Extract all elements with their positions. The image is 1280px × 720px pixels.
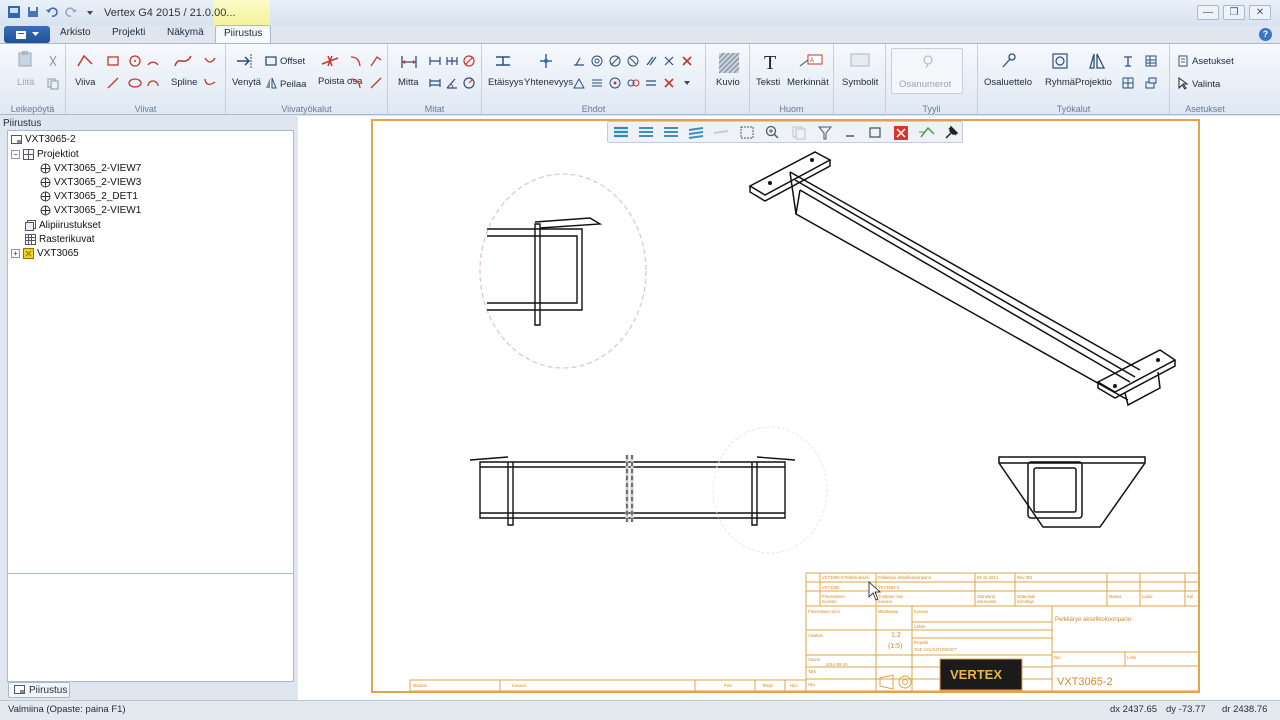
detail-view-bracket[interactable] [487,217,603,326]
svg-text:Laatu: Laatu [1142,594,1153,599]
drawing-content: VXT3065-2 Pelkkä akseli Pelkkärye akseli… [409,151,1200,692]
title-block[interactable] [409,572,1200,692]
svg-text:2014-09-10: 2014-09-10 [826,662,848,667]
svg-text:Projekti: Projekti [914,640,928,645]
svg-text:Tark.: Tark. [808,669,817,674]
svg-text:Pelkkärye akselikokoonpano: Pelkkärye akselikokoonpano [878,575,932,580]
svg-text:TUE HAJAUTUSKSET: TUE HAJAUTUSKSET [914,647,957,652]
copy-view-icon[interactable] [792,126,806,140]
svg-text:Kuvaus: Kuvaus [512,683,526,688]
status-hint: Valmiina (Opaste: paina F1) [8,704,126,715]
break-line [625,455,634,522]
filter-icon[interactable] [817,126,833,140]
drawing-description: Pelkkärye akselikokoonpano [1055,617,1132,623]
status-dy: dy -73.77 [1166,704,1206,715]
svg-text:Pvm: Pvm [724,683,733,688]
svg-text:tunniste: tunniste [822,599,837,604]
zoom-fit-icon[interactable] [740,126,754,139]
svg-text:Piirustuksen nimi: Piirustuksen nimi [808,609,840,614]
svg-text:Hyv.: Hyv. [790,683,798,688]
view-toolbar [607,121,963,143]
svg-text:Muutos: Muutos [413,683,427,688]
svg-text:Kuvaus: Kuvaus [878,599,892,604]
svg-text:VXT3065-2 Pelkkä akseli: VXT3065-2 Pelkkä akseli [822,575,869,580]
isometric-view-beam[interactable] [748,151,1177,407]
disabled-icon [713,130,729,134]
svg-text:Mittakaava: Mittakaava [878,609,899,614]
wireframe-icon[interactable] [664,127,678,137]
svg-text:Rev 001: Rev 001 [1017,575,1033,580]
scale-top: 1:2 [891,632,901,639]
svg-text:Kpl: Kpl [1187,594,1193,599]
shade-icon[interactable] [614,126,628,138]
svg-text:Lehti: Lehti [1127,655,1136,660]
detail-circle[interactable] [479,173,647,369]
zoom-in-icon[interactable] [765,125,779,139]
svg-text:toimittaja: toimittaja [1017,599,1034,604]
hidden-lines-icon[interactable] [639,127,653,137]
svg-text:09.10.2014: 09.10.2014 [977,575,999,580]
status-dr: dr 2438.76 [1222,704,1268,715]
svg-text:Nro: Nro [1054,655,1061,660]
edges-icon[interactable] [688,127,704,139]
drawing-number: VXT3065-2 [1057,676,1113,688]
svg-text:Asiakas: Asiakas [808,633,823,638]
detail-circle-2[interactable] [712,426,828,554]
status-dx: dx 2437.65 [1110,704,1158,715]
pin-icon[interactable] [945,125,959,139]
svg-text:Hyv.: Hyv. [808,682,816,687]
close-view-icon[interactable] [894,126,908,140]
end-view-beam[interactable] [998,456,1146,528]
svg-text:Massa: Massa [1109,594,1122,599]
vertex-logo-text: VERTEX [950,667,1002,682]
svg-text:Tekijä: Tekijä [762,683,773,688]
svg-text:VXT3065-2: VXT3065-2 [878,585,900,590]
status-bar: Valmiina (Opaste: paina F1) dx 2437.65 d… [0,700,1280,720]
svg-text:Suunn: Suunn [808,657,821,662]
svg-text:toleranssit: toleranssit [977,599,997,604]
svg-text:Kuvaus: Kuvaus [914,609,928,614]
maximize-view-icon[interactable] [869,127,881,138]
projection-symbol-icon [879,674,912,690]
scale-bottom: (1:5) [888,643,902,650]
svg-text:VXT3065: VXT3065 [822,585,840,590]
refresh-view-icon[interactable] [919,126,935,138]
svg-text:Lähde: Lähde [914,624,926,629]
